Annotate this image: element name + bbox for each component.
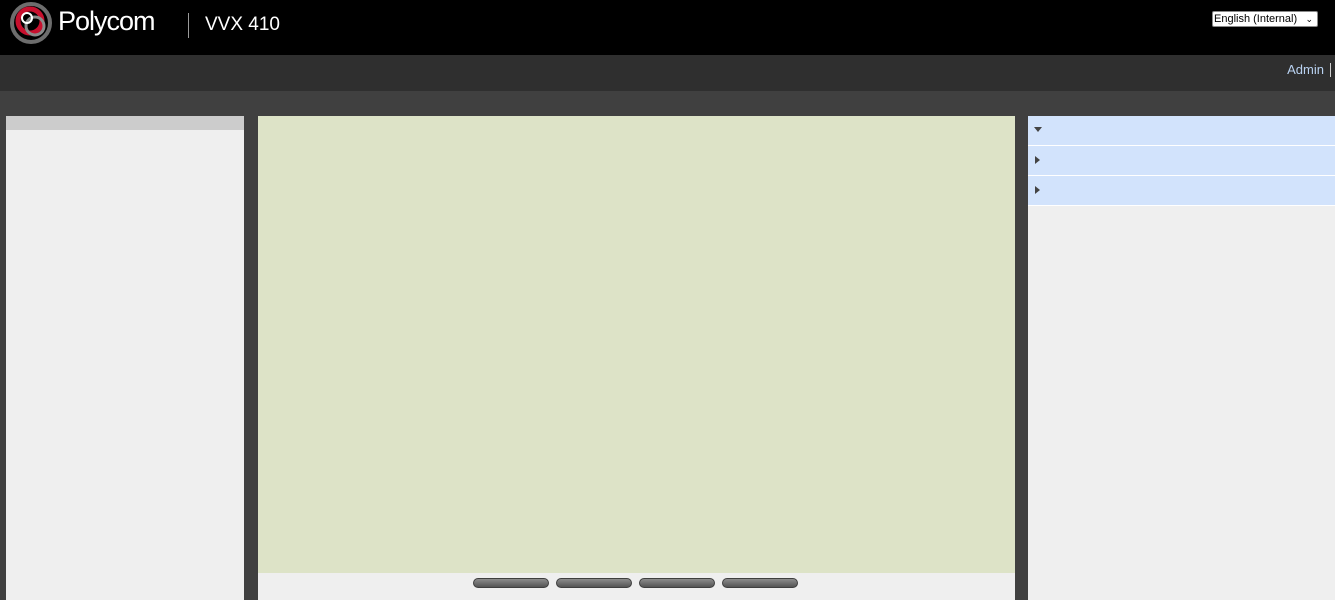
softkey-1-button[interactable] bbox=[473, 578, 549, 588]
accordion-section-2[interactable] bbox=[1028, 146, 1335, 176]
triangle-down-icon bbox=[1034, 127, 1042, 132]
admin-bar-divider bbox=[1330, 63, 1331, 77]
accordion-section-3[interactable] bbox=[1028, 176, 1335, 206]
phone-screen bbox=[258, 116, 1015, 573]
chevron-down-icon: ⌄ bbox=[1305, 14, 1313, 24]
phone-model-title: VVX 410 bbox=[205, 14, 280, 35]
header-divider bbox=[188, 13, 189, 38]
language-select-value: English (Internal) bbox=[1214, 13, 1298, 25]
top-header: Polycom VVX 410 English (Internal) ⌄ bbox=[0, 0, 1335, 55]
polycom-logo-icon bbox=[10, 2, 52, 44]
left-navigation-panel bbox=[6, 116, 244, 600]
admin-bar: Admin bbox=[0, 55, 1335, 91]
left-panel-header bbox=[6, 116, 244, 130]
right-accordion-panel bbox=[1028, 116, 1335, 600]
phone-display-panel bbox=[258, 116, 1015, 600]
triangle-right-icon bbox=[1035, 156, 1040, 164]
accordion-section-1[interactable] bbox=[1028, 116, 1335, 146]
brand-logo-text: Polycom bbox=[58, 6, 156, 36]
softkey-2-button[interactable] bbox=[556, 578, 632, 588]
triangle-right-icon bbox=[1035, 186, 1040, 194]
language-select[interactable]: English (Internal) ⌄ bbox=[1212, 11, 1318, 27]
softkey-4-button[interactable] bbox=[722, 578, 798, 588]
softkey-3-button[interactable] bbox=[639, 578, 715, 588]
admin-user-link[interactable]: Admin bbox=[1287, 62, 1324, 77]
